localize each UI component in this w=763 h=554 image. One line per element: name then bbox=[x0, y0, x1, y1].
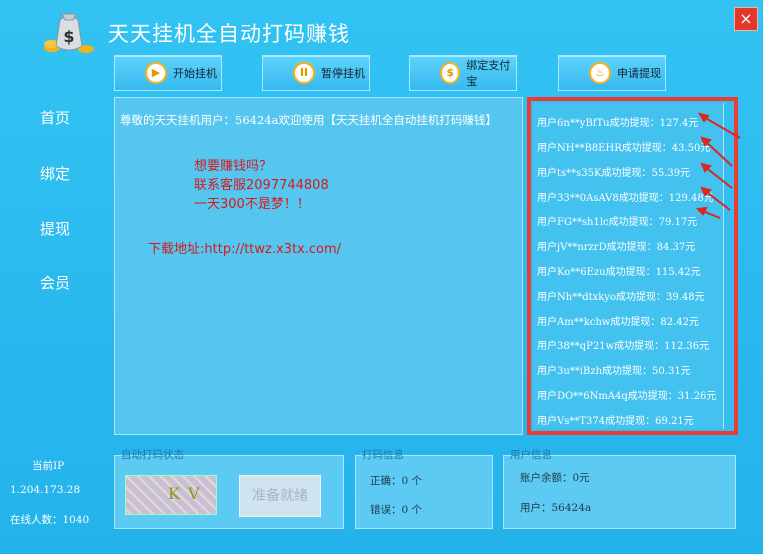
money-bag-logo-icon: $ bbox=[44, 13, 94, 53]
nav-member[interactable]: 会员 bbox=[40, 272, 70, 293]
pause-icon: II bbox=[293, 62, 315, 84]
user-info-title: 用户信息 bbox=[510, 449, 552, 461]
dollar-icon: $ bbox=[440, 62, 461, 84]
nav-home[interactable]: 首页 bbox=[40, 107, 70, 128]
money-bag-icon: ♨ bbox=[589, 62, 611, 84]
apply-withdraw-label: 申请提现 bbox=[617, 67, 661, 80]
close-button[interactable]: × bbox=[734, 7, 758, 31]
current-ip-label: 当前IP bbox=[32, 460, 65, 472]
ad-line: 想要赚钱吗？ bbox=[194, 159, 273, 174]
start-hangup-label: 开始挂机 bbox=[173, 67, 217, 80]
nav-bind[interactable]: 绑定 bbox=[40, 163, 70, 184]
auto-code-status-title: 自动打码状态 bbox=[121, 449, 184, 461]
list-item: 用户jV**nrzrD成功提现：84.37元 bbox=[537, 242, 696, 253]
online-count: 在线人数：1040 bbox=[10, 514, 90, 526]
nav-withdraw[interactable]: 提现 bbox=[40, 218, 70, 239]
user-info-box: 用户信息 账户余额：0元 用户：56424a bbox=[503, 449, 736, 529]
list-item: 用户ts**s35K成功提现：55.39元 bbox=[537, 168, 691, 179]
code-info-title: 打码信息 bbox=[362, 449, 404, 461]
captcha-text: KV bbox=[168, 484, 208, 503]
svg-text:$: $ bbox=[63, 27, 74, 46]
user-id: 用户：56424a bbox=[520, 502, 592, 514]
list-item: 用户Ko**6Ezu成功提现：115.42元 bbox=[537, 267, 701, 278]
ad-line: 一天300不是梦！！ bbox=[194, 197, 310, 212]
code-info-box: 打码信息 正确：0 个 错误：0 个 bbox=[355, 449, 493, 529]
ip-value: 1.204.173.28 bbox=[10, 484, 81, 496]
pause-hangup-button[interactable]: II 暂停挂机 bbox=[262, 55, 370, 91]
list-item: 用户3u**iBzh成功提现：50.31元 bbox=[537, 366, 691, 377]
message-panel: 尊敬的天天挂机用户：56424a欢迎使用【天天挂机全自动挂机打码赚钱】 想要赚钱… bbox=[114, 97, 523, 435]
download-link[interactable]: 下载地址:http://ttwz.x3tx.com/ bbox=[148, 238, 341, 257]
bind-alipay-label: 绑定支付宝 bbox=[466, 59, 511, 88]
list-item: 用户Nh**dtxkyo成功提现：39.48元 bbox=[537, 292, 705, 303]
list-item: 用户38**qP21w成功提现：112.36元 bbox=[537, 341, 710, 352]
apply-withdraw-button[interactable]: ♨ 申请提现 bbox=[558, 55, 666, 91]
app-window: $ 天天挂机全自动打码赚钱 × ▶ 开始挂机 II 暂停挂机 $ 绑定支付宝 ♨… bbox=[0, 0, 763, 554]
red-arrow-annotations bbox=[695, 112, 741, 219]
ad-line: 联系客服2097744808 bbox=[194, 178, 329, 193]
ready-button[interactable]: 准备就绪 bbox=[239, 475, 321, 517]
list-item: 用户FG**sh1lc成功提现：79.17元 bbox=[537, 217, 698, 228]
auto-code-status-box: 自动打码状态 KV 准备就绪 bbox=[114, 449, 344, 529]
list-item: 用户6n**yBfTu成功提现：127.4元 bbox=[537, 118, 699, 129]
list-item: 用户DO**6NmA4q成功提现：31.26元 bbox=[537, 391, 717, 402]
account-balance: 账户余额：0元 bbox=[520, 472, 590, 484]
pause-hangup-label: 暂停挂机 bbox=[321, 67, 365, 80]
play-icon: ▶ bbox=[145, 62, 167, 84]
list-item: 用户33**0AsAV8成功提现：129.48元 bbox=[537, 193, 714, 204]
start-hangup-button[interactable]: ▶ 开始挂机 bbox=[114, 55, 222, 91]
welcome-message: 尊敬的天天挂机用户：56424a欢迎使用【天天挂机全自动挂机打码赚钱】 bbox=[120, 113, 497, 127]
correct-count: 正确：0 个 bbox=[370, 475, 423, 487]
wrong-count: 错误：0 个 bbox=[370, 504, 423, 516]
window-title: 天天挂机全自动打码赚钱 bbox=[108, 22, 350, 46]
list-item: 用户Am**kchw成功提现：82.42元 bbox=[537, 317, 699, 328]
list-item: 用户NH**B8EHR成功提现：43.50元 bbox=[537, 143, 711, 154]
captcha-image: KV bbox=[125, 475, 217, 515]
bind-alipay-button[interactable]: $ 绑定支付宝 bbox=[409, 55, 517, 91]
list-item: 用户Vs**T374成功提现：69.21元 bbox=[537, 416, 694, 427]
